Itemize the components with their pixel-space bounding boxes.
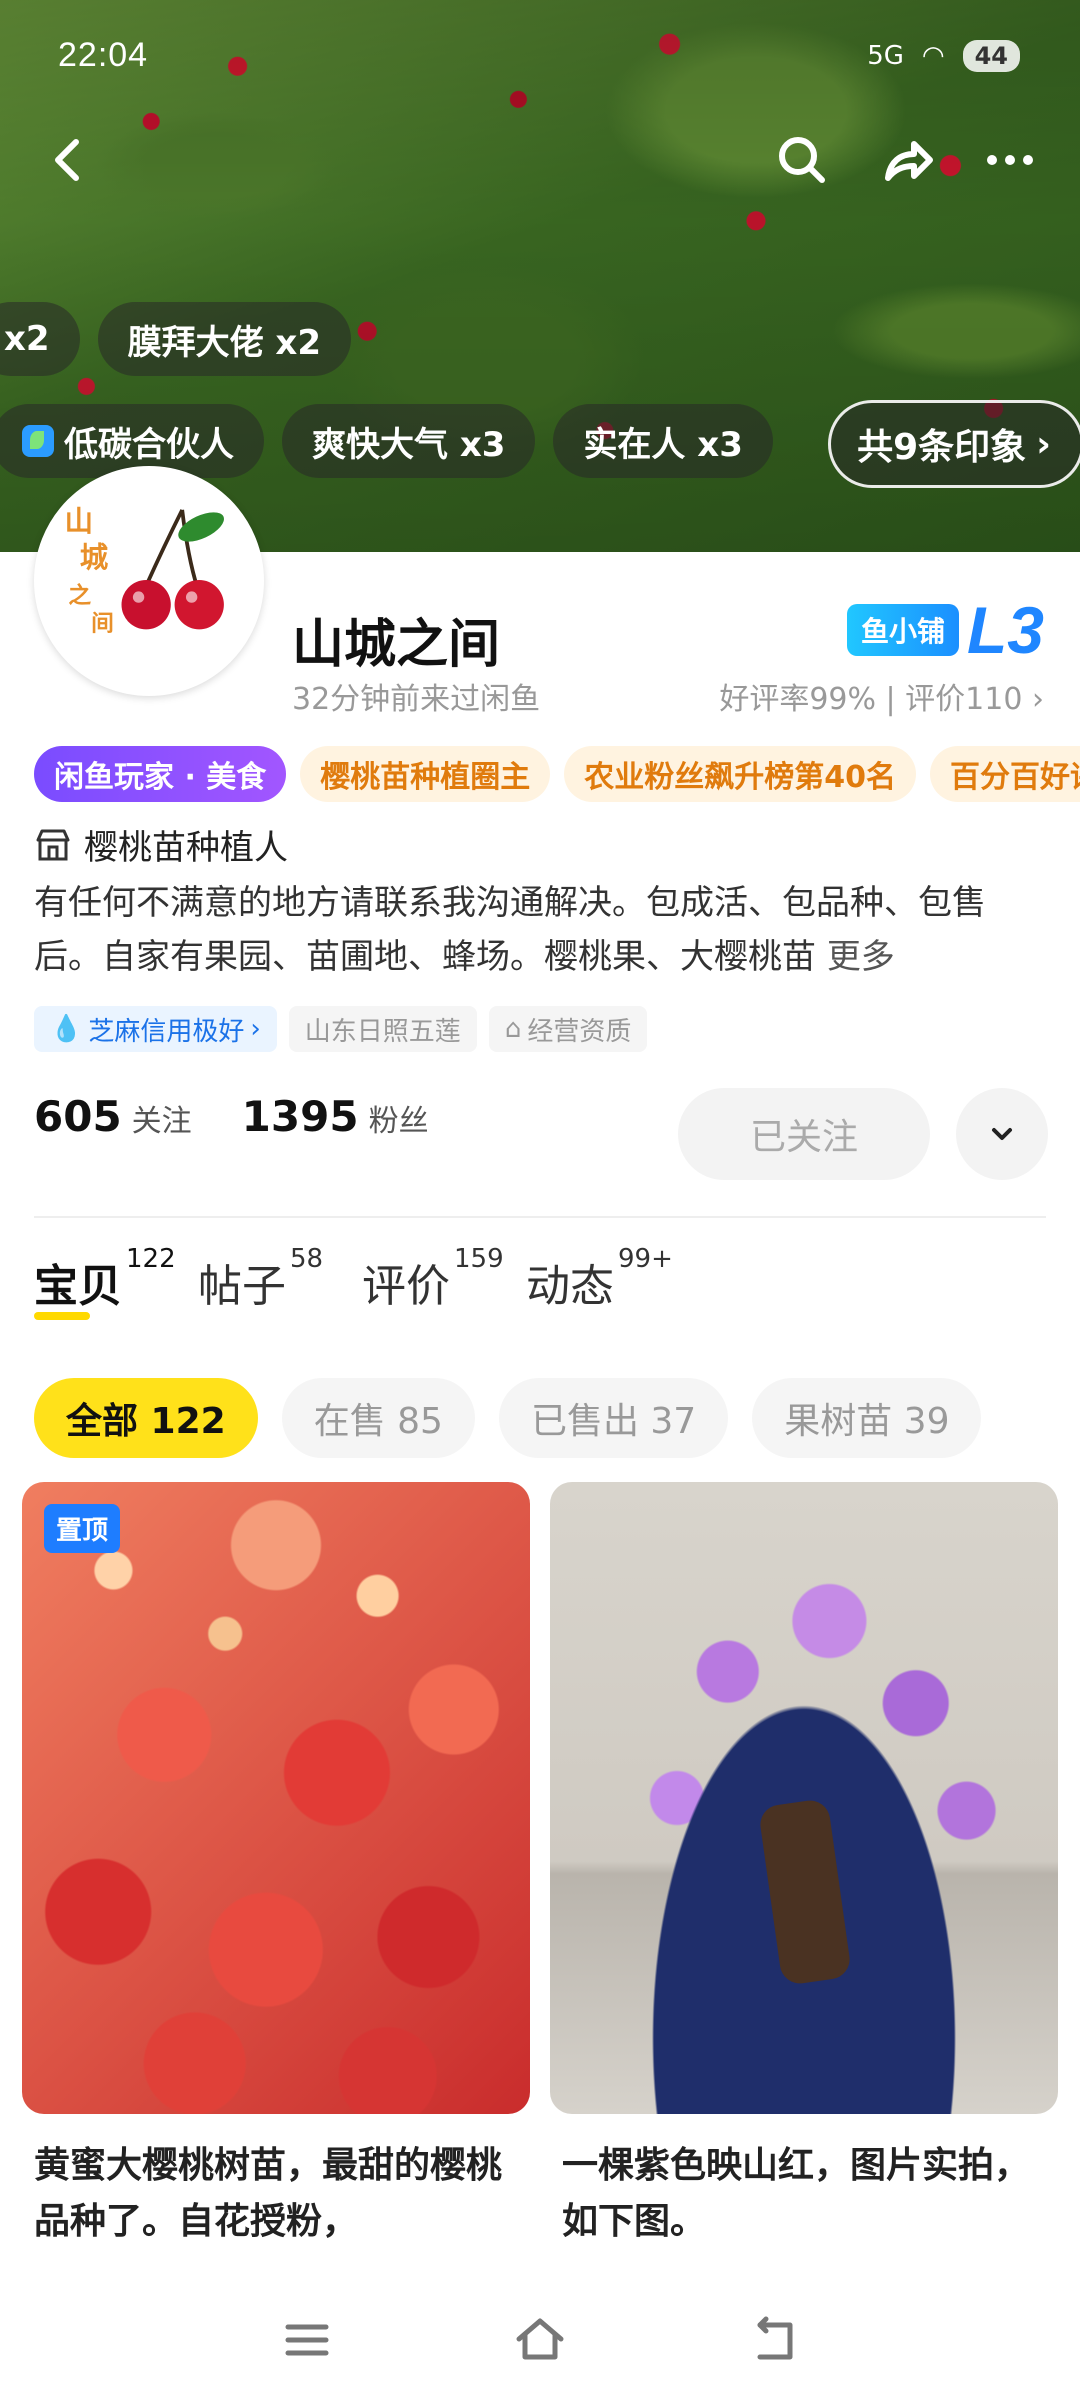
filter-on-sale[interactable]: 在售 85 (281, 1378, 475, 1458)
tab-count: 99+ (618, 1244, 673, 1274)
wifi-icon: ◠ (921, 41, 945, 71)
pinned-badge: 置顶 (44, 1504, 121, 1553)
followers-label: 粉丝 (368, 1104, 429, 1139)
follow-stats: 605 关注 1395 粉丝 (34, 1092, 469, 1141)
back-icon[interactable] (733, 2300, 813, 2380)
honor-badges: 闲鱼玩家 · 美食 樱桃苗种植圈主 农业粉丝飙升榜第40名 百分百好评 (34, 746, 1080, 802)
filter-fruit-trees[interactable]: 果树苗 39 (752, 1378, 982, 1458)
credit-badge[interactable]: 💧 芝麻信用极好 › (34, 1006, 277, 1052)
honor-badge[interactable]: 百分百好评 (930, 746, 1080, 802)
product-image[interactable]: 置顶 (22, 1482, 530, 2114)
impression-tag[interactable]: 实在人 x3 (553, 404, 773, 478)
more-link[interactable]: 更多 (827, 937, 895, 977)
shop-description[interactable]: 有任何不满意的地方请联系我沟通解决。包成活、包品种、包售后。自家有果园、苗圃地、… (34, 876, 1046, 984)
top-nav (0, 120, 1080, 200)
filter-sold[interactable]: 已售出 37 (498, 1378, 729, 1458)
location-badge: 山东日照五莲 (288, 1006, 477, 1052)
signal-icon: 5G (867, 41, 904, 71)
back-arrow-icon[interactable] (30, 120, 110, 200)
impression-tags-row-2: 低碳合伙人 爽快大气 x3 实在人 x3 (0, 404, 773, 478)
shop-name: 山城之间 (292, 615, 501, 675)
product-image[interactable] (550, 1482, 1058, 2114)
tab-count: 159 (454, 1244, 504, 1274)
chevron-right-icon: › (1036, 423, 1051, 465)
search-icon[interactable] (762, 120, 842, 200)
drop-icon: 💧 (50, 1014, 83, 1044)
honor-badge[interactable]: 闲鱼玩家 · 美食 (34, 746, 287, 802)
following-count[interactable]: 605 (34, 1092, 122, 1141)
chevron-right-icon: › (1032, 682, 1044, 717)
leaf-icon (22, 425, 54, 457)
product-title[interactable]: 一棵紫色映山红，图片实拍，如下图。 (550, 2138, 1058, 2250)
filter-all[interactable]: 全部 122 (34, 1378, 258, 1458)
home-icon[interactable] (500, 2300, 580, 2380)
status-icons: 5G ◠ 44 (867, 40, 1020, 72)
following-label: 关注 (131, 1104, 192, 1139)
divider (34, 1216, 1046, 1218)
impression-tags-row-1: x2 膜拜大佬 x2 (0, 302, 352, 376)
share-icon[interactable] (868, 120, 948, 200)
menu-icon[interactable] (267, 2300, 347, 2380)
chevron-right-icon: › (250, 1014, 261, 1044)
storefront-icon (36, 829, 70, 860)
shop-badge: 鱼小铺 (846, 604, 959, 656)
more-icon[interactable] (970, 120, 1050, 200)
building-icon: ⌂ (504, 1014, 522, 1044)
info-chips: 💧 芝麻信用极好 › 山东日照五莲 ⌂ 经营资质 (34, 1006, 648, 1052)
battery-icon: 44 (962, 40, 1020, 72)
all-impressions-button[interactable]: 共9条印象 › (828, 400, 1080, 488)
tab-items[interactable]: 宝贝 122 (34, 1244, 176, 1320)
last-seen-text: 32分钟前来过闲鱼 (292, 682, 541, 717)
follow-button[interactable]: 已关注 (678, 1088, 930, 1180)
product-card[interactable]: 一棵紫色映山红，图片实拍，如下图。 (550, 1482, 1058, 2250)
tab-count: 58 (290, 1244, 324, 1274)
active-tab-indicator (34, 1312, 90, 1320)
impression-tag[interactable]: 膜拜大佬 x2 (97, 302, 352, 376)
bonsai-trunk (757, 1798, 853, 1986)
svg-text:山: 山 (65, 505, 93, 538)
product-card[interactable]: 置顶 黄蜜大樱桃树苗，最甜的樱桃品种了。自花授粉， (22, 1482, 530, 2250)
tab-activity[interactable]: 动态 99+ (526, 1244, 673, 1314)
license-badge[interactable]: ⌂ 经营资质 (488, 1006, 648, 1052)
shop-category: 樱桃苗种植人 (34, 820, 288, 869)
rating-summary[interactable]: 好评率99% | 评价110 › (719, 674, 1044, 718)
followers-count[interactable]: 1395 (242, 1092, 359, 1141)
item-filters: 全部 122 在售 85 已售出 37 果树苗 39 (34, 1378, 982, 1458)
status-time: 22:04 (58, 36, 149, 74)
chevron-down-icon[interactable] (956, 1088, 1048, 1180)
svg-text:城: 城 (80, 541, 109, 574)
status-bar: 22:04 5G ◠ 44 (0, 0, 1080, 120)
svg-text:间: 间 (91, 611, 114, 637)
avatar[interactable]: 山 城 之 间 (34, 466, 264, 696)
product-title[interactable]: 黄蜜大樱桃树苗，最甜的樱桃品种了。自花授粉， (22, 2138, 530, 2250)
product-grid: 置顶 黄蜜大樱桃树苗，最甜的樱桃品种了。自花授粉， 一棵紫色映山红，图片实拍，如… (22, 1482, 1058, 2250)
tab-posts[interactable]: 帖子 58 (198, 1244, 323, 1314)
impression-tag[interactable]: 爽快大气 x3 (282, 404, 536, 478)
tab-count: 122 (126, 1244, 176, 1274)
content-tabs: 宝贝 122 帖子 58 评价 159 动态 99+ (34, 1244, 690, 1320)
honor-badge[interactable]: 农业粉丝飙升榜第40名 (564, 746, 917, 802)
impression-tag[interactable]: x2 (0, 302, 80, 376)
honor-badge[interactable]: 樱桃苗种植圈主 (300, 746, 551, 802)
system-nav-bar (0, 2280, 1080, 2400)
tab-reviews[interactable]: 评价 159 (362, 1244, 504, 1314)
level-label: L3 (966, 593, 1044, 667)
shop-level[interactable]: 鱼小铺 L3 (846, 592, 1044, 668)
svg-text:之: 之 (68, 582, 91, 609)
